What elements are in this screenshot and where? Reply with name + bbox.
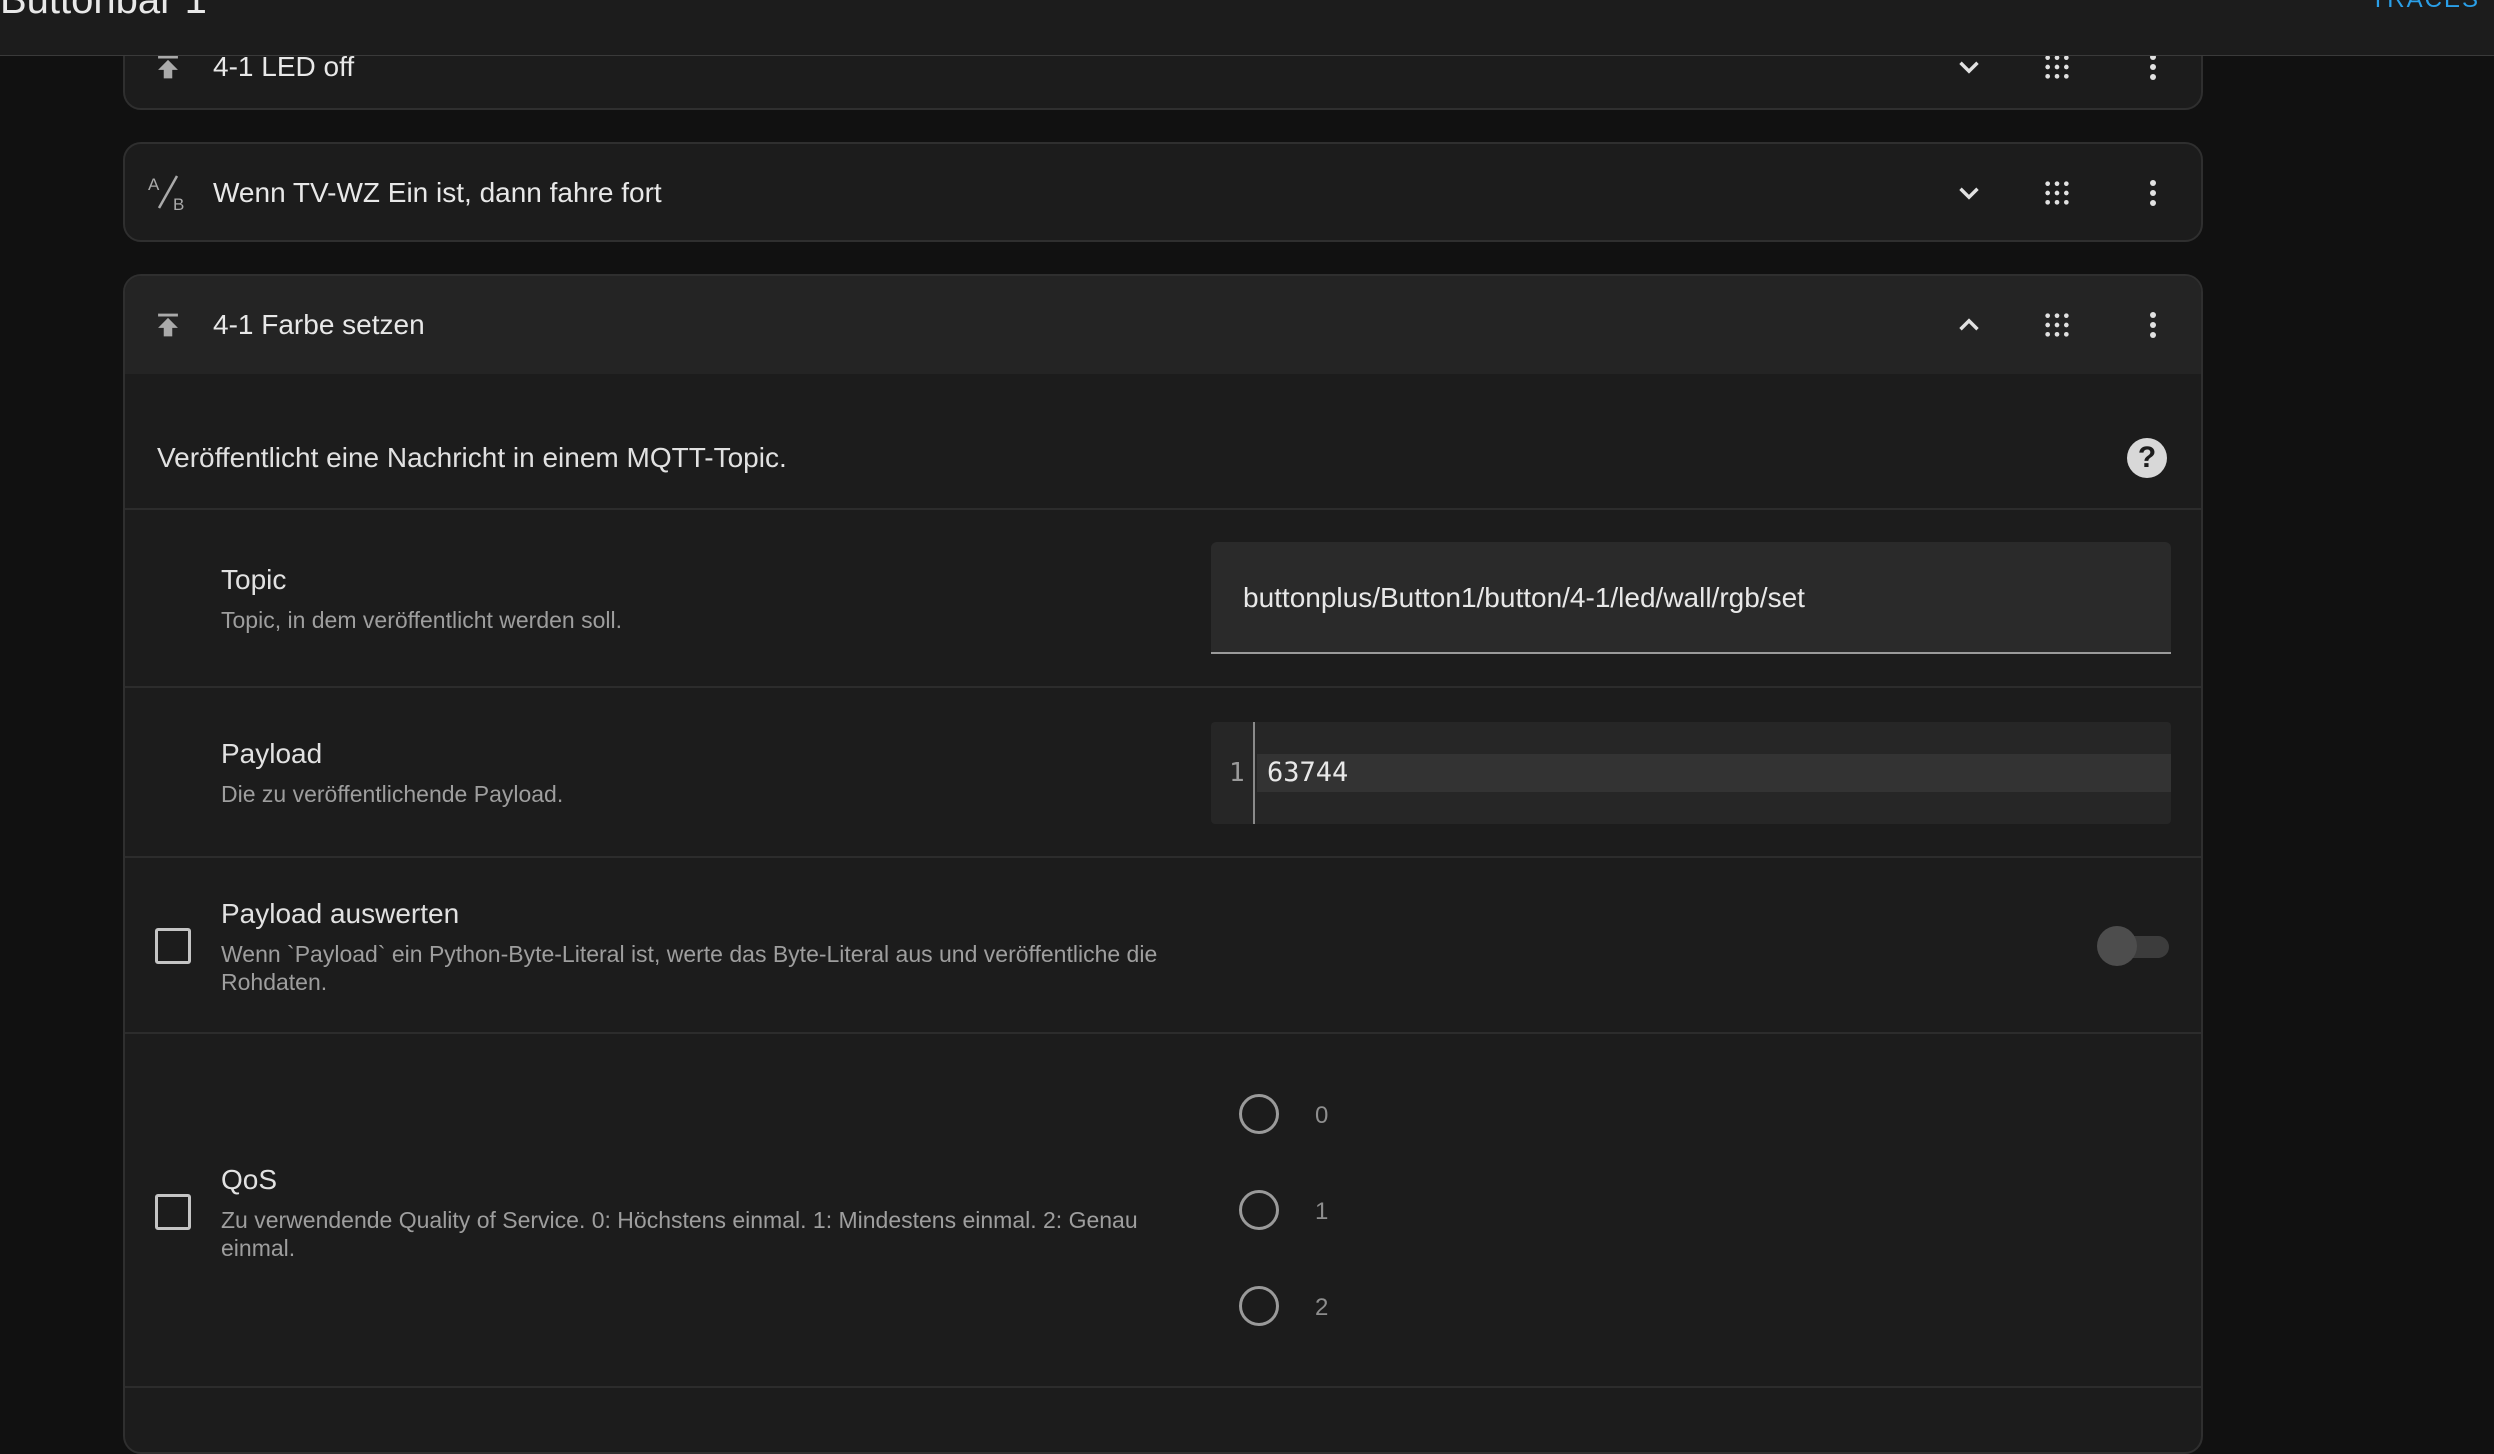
action-card-mqtt-publish: 4-1 Farbe setzen Veröffentlicht eine Nac… [123,274,2203,1454]
divider [125,1032,2201,1034]
action-label: 4-1 Farbe setzen [213,309,425,340]
help-icon[interactable]: ? [2127,438,2167,478]
chevron-up-icon[interactable] [1947,303,1991,347]
chevron-down-icon[interactable] [1947,171,1991,215]
page-title: Buttonbar 1 [0,0,207,22]
evaluate-payload-help: Wenn `Payload` ein Python-Byte-Literal i… [221,941,1158,995]
payload-value: 63744 [1267,757,1349,788]
topic-value: buttonplus/Button1/button/4-1/led/wall/r… [1243,582,1805,613]
qos-radio-label-2: 2 [1315,1294,1329,1321]
app-header: Buttonbar 1 TRACES [0,0,2494,56]
divider [125,686,2201,688]
active-line [1257,754,2171,792]
payload-title: Payload [221,738,323,769]
action-label: Wenn TV-WZ Ein ist, dann fahre fort [213,177,662,208]
divider [125,508,2201,510]
action-card-header[interactable]: 4-1 Farbe setzen [125,276,2201,374]
qos-checkbox[interactable] [155,1194,191,1230]
topic-title: Topic [221,564,287,595]
service-description: Veröffentlicht eine Nachricht in einem M… [157,442,787,473]
qos-title: QoS [221,1164,278,1195]
qos-radio-label-1: 1 [1315,1198,1329,1225]
evaluate-payload-title: Payload auswerten [221,898,460,929]
action-card-condition[interactable]: AB Wenn TV-WZ Ein ist, dann fahre fort [123,142,2203,242]
qos-radio-0[interactable] [1239,1094,1279,1134]
line-gutter: 1 [1211,722,1255,824]
qos-radio-label-0: 0 [1315,1102,1329,1129]
drag-handle-icon[interactable] [2035,171,2079,215]
traces-button[interactable]: TRACES [2371,0,2480,14]
condition-icon: AB [147,172,189,214]
evaluate-payload-checkbox[interactable] [155,928,191,964]
publish-icon [147,304,189,346]
svg-text:B: B [173,195,184,214]
line-number: 1 [1229,758,1245,788]
divider [125,856,2201,858]
payload-help: Die zu veröffentlichende Payload. [221,781,564,807]
divider [125,1386,2201,1388]
topic-field[interactable]: buttonplus/Button1/button/4-1/led/wall/r… [1211,542,2171,654]
svg-text:A: A [148,175,160,194]
evaluate-payload-toggle[interactable] [2097,926,2169,966]
topic-help: Topic, in dem veröffentlicht werden soll… [221,607,622,633]
qos-radio-2[interactable] [1239,1286,1279,1326]
more-vert-icon[interactable] [2131,171,2175,215]
drag-handle-icon[interactable] [2035,303,2079,347]
more-vert-icon[interactable] [2131,303,2175,347]
payload-code-editor[interactable]: 1 63744 [1211,722,2171,824]
toggle-thumb [2097,926,2137,966]
qos-help: Zu verwendende Quality of Service. 0: Hö… [221,1207,1138,1261]
qos-radio-1[interactable] [1239,1190,1279,1230]
